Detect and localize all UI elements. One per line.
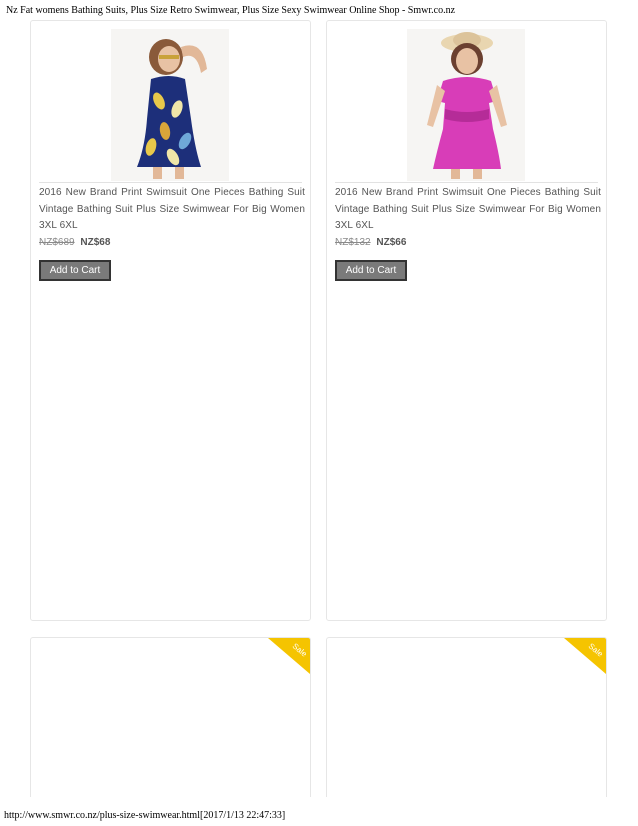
price-row: NZ$689 NZ$68: [39, 237, 110, 248]
product-title-link[interactable]: 2016 New Brand Print Swimsuit One Pieces…: [335, 185, 601, 235]
product-card: Sale: [326, 637, 607, 797]
product-card: Sale: [30, 637, 311, 797]
product-image[interactable]: [111, 29, 229, 181]
sale-price: NZ$68: [80, 237, 111, 248]
sale-badge: Sale: [564, 638, 606, 674]
product-image[interactable]: [407, 29, 525, 181]
product-card: 2016 New Brand Print Swimsuit One Pieces…: [30, 20, 311, 621]
image-divider: [39, 182, 302, 183]
original-price: NZ$132: [335, 237, 371, 248]
image-divider: [335, 182, 598, 183]
sale-price: NZ$66: [376, 237, 407, 248]
product-title-link[interactable]: 2016 New Brand Print Swimsuit One Pieces…: [39, 185, 305, 235]
original-price: NZ$689: [39, 237, 75, 248]
add-to-cart-button[interactable]: Add to Cart: [335, 260, 407, 281]
product-card: 2016 New Brand Print Swimsuit One Pieces…: [326, 20, 607, 621]
page-header-title: Nz Fat womens Bathing Suits, Plus Size R…: [6, 5, 456, 16]
add-to-cart-button[interactable]: Add to Cart: [39, 260, 111, 281]
price-row: NZ$132 NZ$66: [335, 237, 406, 248]
page-footer-url: http://www.smwr.co.nz/plus-size-swimwear…: [4, 810, 286, 821]
sale-badge: Sale: [268, 638, 310, 674]
